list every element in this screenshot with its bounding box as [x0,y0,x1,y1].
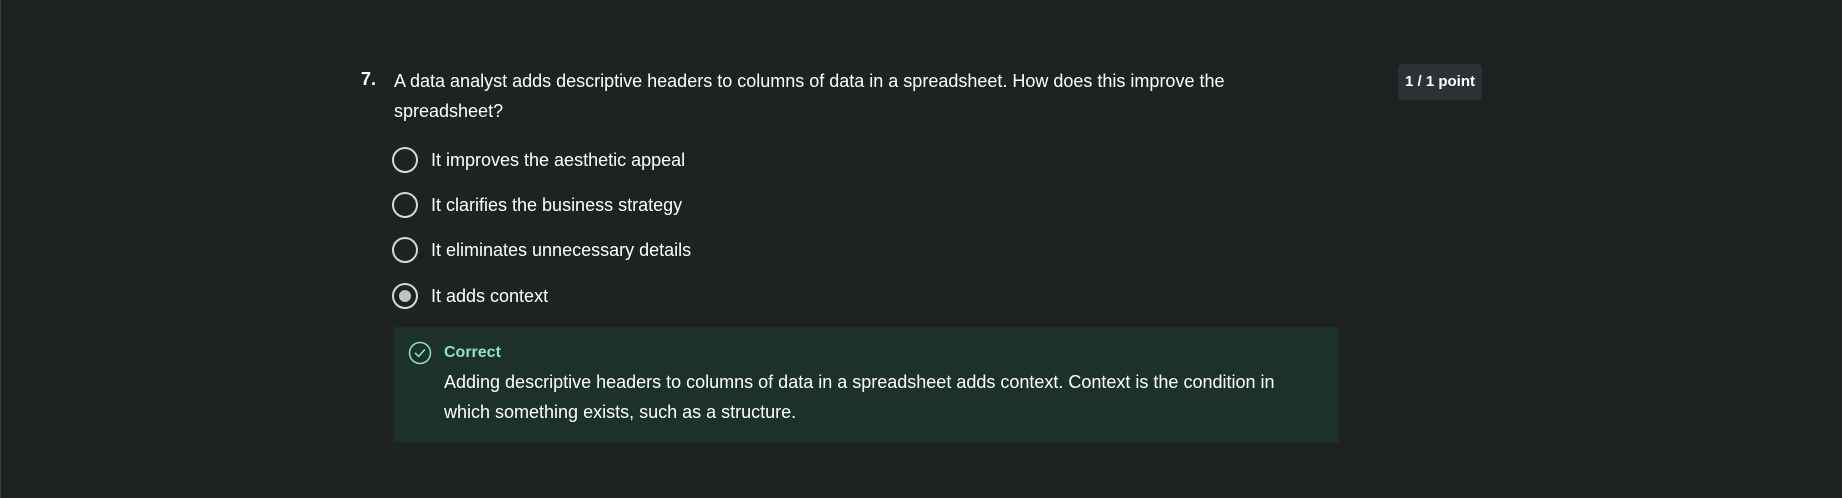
check-circle-icon [408,341,432,365]
feedback-box: Correct Adding descriptive headers to co… [394,327,1339,442]
option-business-strategy[interactable]: It clarifies the business strategy [392,190,682,220]
points-badge: 1 / 1 point [1398,64,1482,100]
feedback-title: Correct [444,344,501,361]
radio-button[interactable] [392,237,418,263]
option-label: It improves the aesthetic appeal [431,150,686,170]
question-text: A data analyst adds descriptive headers … [394,71,1225,121]
radio-button[interactable] [392,192,418,218]
radio-button-selected[interactable] [392,283,418,309]
option-label: It eliminates unnecessary details [431,240,692,260]
option-label: It adds context [431,286,549,306]
option-unnecessary-details[interactable]: It eliminates unnecessary details [392,235,691,265]
option-adds-context[interactable]: It adds context [392,281,548,311]
radio-button[interactable] [392,147,418,173]
question-number: 7. [361,69,377,89]
feedback-text: Adding descriptive headers to columns of… [444,372,1275,422]
page-border [0,0,1,498]
option-label: It clarifies the business strategy [431,195,683,215]
option-aesthetic-appeal[interactable]: It improves the aesthetic appeal [392,145,685,175]
